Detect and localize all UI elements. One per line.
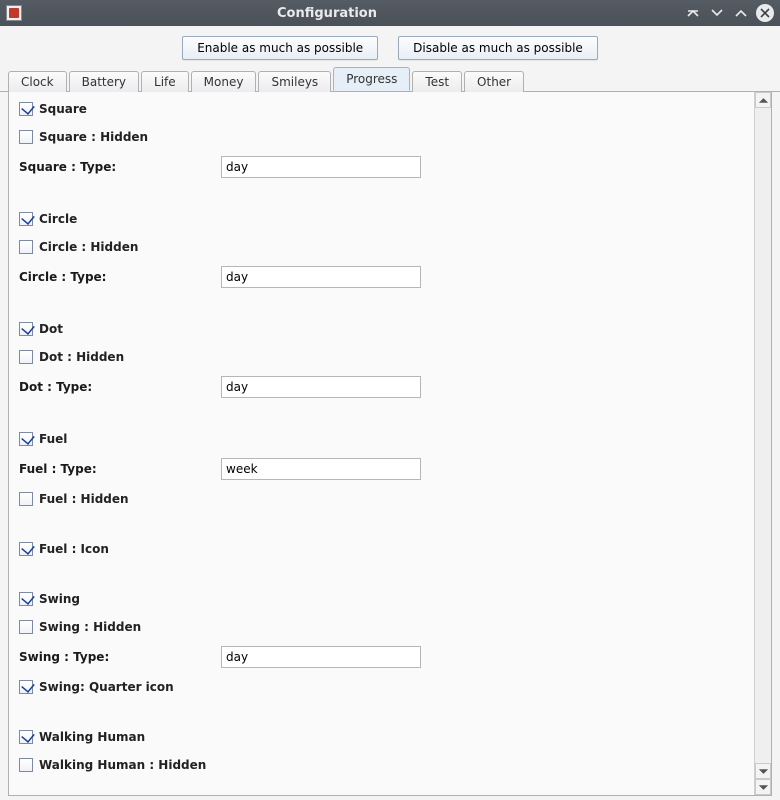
window-sys-icon[interactable]: [6, 5, 22, 21]
checkbox-fuel[interactable]: [19, 432, 33, 446]
input-fuel-type[interactable]: [221, 458, 421, 480]
scroll-down-secondary-icon[interactable]: [755, 779, 771, 795]
checkbox-square[interactable]: [19, 102, 33, 116]
label-swing-quarter: Swing: Quarter icon: [39, 680, 174, 694]
client-area: Enable as much as possible Disable as mu…: [0, 26, 780, 800]
tab-money[interactable]: Money: [191, 71, 257, 92]
checkbox-circle-hidden[interactable]: [19, 240, 33, 254]
label-dot: Dot: [39, 322, 63, 336]
tab-progress[interactable]: Progress: [333, 67, 410, 91]
checkbox-circle[interactable]: [19, 212, 33, 226]
label-square-type: Square : Type:: [19, 160, 221, 174]
checkbox-square-hidden[interactable]: [19, 130, 33, 144]
checkbox-fuel-icon[interactable]: [19, 542, 33, 556]
window-title: Configuration: [0, 6, 684, 21]
input-dot-type[interactable]: [221, 376, 421, 398]
checkbox-fuel-hidden[interactable]: [19, 492, 33, 506]
title-bar: Configuration: [0, 0, 780, 26]
checkbox-walking-human[interactable]: [19, 730, 33, 744]
input-square-type[interactable]: [221, 156, 421, 178]
label-dot-type: Dot : Type:: [19, 380, 221, 394]
tab-panel: Square Square : Hidden Square : Type: Ci…: [8, 92, 772, 796]
label-dot-hidden: Dot : Hidden: [39, 350, 124, 364]
bulk-action-bar: Enable as much as possible Disable as mu…: [0, 26, 780, 68]
label-swing: Swing: [39, 592, 80, 606]
maximize-icon[interactable]: [732, 4, 750, 22]
checkbox-dot-hidden[interactable]: [19, 350, 33, 364]
label-circle: Circle: [39, 212, 77, 226]
label-square-hidden: Square : Hidden: [39, 130, 148, 144]
close-icon[interactable]: [756, 4, 774, 22]
scrollbar-track[interactable]: [755, 108, 771, 763]
label-circle-type: Circle : Type:: [19, 270, 221, 284]
rollup-icon[interactable]: [684, 4, 702, 22]
checkbox-swing[interactable]: [19, 592, 33, 606]
tab-other[interactable]: Other: [464, 71, 524, 92]
label-fuel: Fuel: [39, 432, 67, 446]
label-circle-hidden: Circle : Hidden: [39, 240, 138, 254]
tab-strip: Clock Battery Life Money Smileys Progres…: [0, 68, 780, 92]
minimize-icon[interactable]: [708, 4, 726, 22]
label-swing-type: Swing : Type:: [19, 650, 221, 664]
disable-all-button[interactable]: Disable as much as possible: [398, 36, 598, 60]
checkbox-swing-hidden[interactable]: [19, 620, 33, 634]
tab-smileys[interactable]: Smileys: [258, 71, 331, 92]
label-fuel-icon: Fuel : Icon: [39, 542, 109, 556]
window-buttons: [684, 4, 774, 22]
label-swing-hidden: Swing : Hidden: [39, 620, 141, 634]
tab-battery[interactable]: Battery: [69, 71, 139, 92]
label-fuel-hidden: Fuel : Hidden: [39, 492, 129, 506]
checkbox-dot[interactable]: [19, 322, 33, 336]
input-swing-type[interactable]: [221, 646, 421, 668]
panel-scrollbar[interactable]: [754, 92, 771, 795]
tab-clock[interactable]: Clock: [8, 71, 67, 92]
panel-body: Square Square : Hidden Square : Type: Ci…: [9, 92, 754, 795]
enable-all-button[interactable]: Enable as much as possible: [182, 36, 378, 60]
scroll-up-icon[interactable]: [755, 92, 771, 108]
checkbox-walking-human-hidden[interactable]: [19, 758, 33, 772]
label-square: Square: [39, 102, 87, 116]
label-walking-human-hidden: Walking Human : Hidden: [39, 758, 206, 772]
checkbox-swing-quarter[interactable]: [19, 680, 33, 694]
tab-test[interactable]: Test: [412, 71, 462, 92]
scroll-down-icon[interactable]: [755, 763, 771, 779]
input-circle-type[interactable]: [221, 266, 421, 288]
label-walking-human: Walking Human: [39, 730, 145, 744]
label-fuel-type: Fuel : Type:: [19, 462, 221, 476]
tab-life[interactable]: Life: [141, 71, 189, 92]
